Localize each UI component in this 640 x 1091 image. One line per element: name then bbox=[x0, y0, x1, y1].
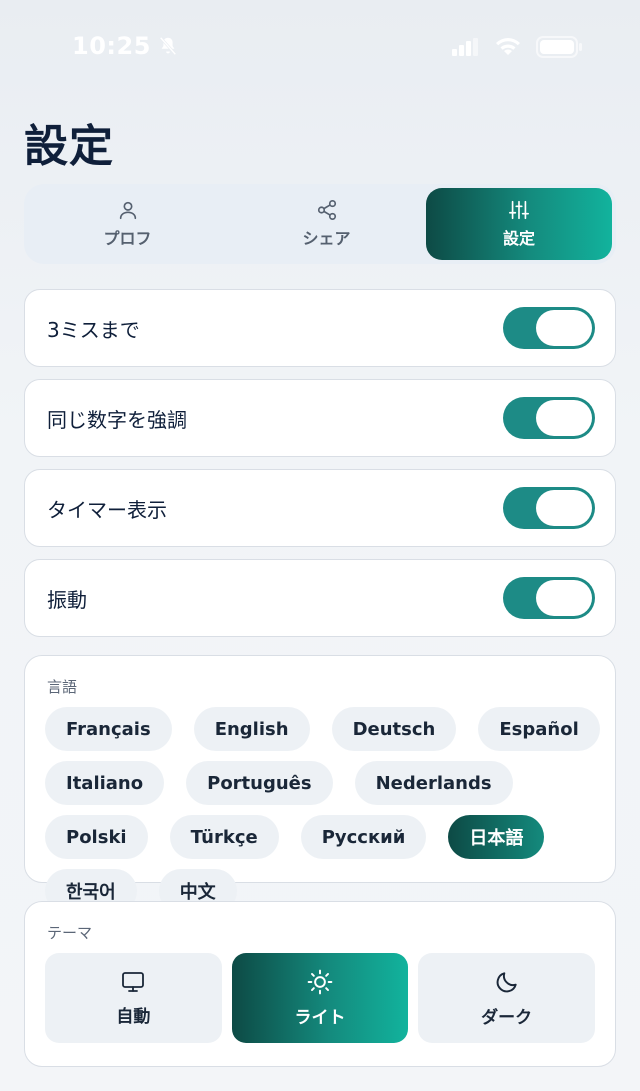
theme-auto-button[interactable]: 自動 bbox=[45, 953, 222, 1043]
setting-label: 3ミスまで bbox=[47, 317, 140, 342]
timer-toggle[interactable] bbox=[503, 487, 595, 529]
toggle-knob bbox=[536, 490, 592, 526]
setting-row-three-mistakes: 3ミスまで bbox=[24, 289, 616, 367]
setting-label: 同じ数字を強調 bbox=[47, 407, 187, 432]
highlight-same-toggle[interactable] bbox=[503, 397, 595, 439]
tab-share[interactable]: シェア bbox=[227, 188, 426, 260]
bell-slash-icon bbox=[159, 36, 177, 56]
page-title: 設定 bbox=[24, 121, 114, 172]
setting-row-highlight-same: 同じ数字を強調 bbox=[24, 379, 616, 457]
language-section: 言語 Français English Deutsch Español Ital… bbox=[24, 655, 616, 913]
theme-auto-label: 自動 bbox=[116, 1006, 151, 1027]
sun-icon bbox=[307, 969, 333, 994]
language-chip-de[interactable]: Deutsch bbox=[331, 707, 457, 751]
theme-options: 自動 ライト ダーク bbox=[45, 953, 596, 1043]
theme-section: テーマ 自動 ライト ダーク bbox=[24, 901, 616, 1067]
three-mistakes-toggle[interactable] bbox=[503, 307, 595, 349]
person-icon bbox=[119, 201, 136, 220]
toggle-knob bbox=[536, 310, 592, 346]
setting-row-timer: タイマー表示 bbox=[24, 469, 616, 547]
wifi-icon bbox=[496, 38, 520, 55]
language-chip-fr[interactable]: Français bbox=[45, 707, 172, 751]
setting-row-vibration: 振動 bbox=[24, 559, 616, 637]
theme-section-label: テーマ bbox=[47, 924, 93, 942]
tab-profile-label: プロフ bbox=[103, 229, 152, 248]
status-time: 10:25 bbox=[72, 32, 179, 60]
battery-icon bbox=[536, 36, 582, 58]
language-chips: Français English Deutsch Español Italian… bbox=[45, 707, 601, 913]
language-chip-ja[interactable]: 日本語 bbox=[448, 815, 545, 859]
theme-dark-button[interactable]: ダーク bbox=[418, 953, 596, 1043]
tab-settings[interactable]: 設定 bbox=[426, 188, 612, 260]
monitor-icon bbox=[122, 971, 145, 992]
moon-icon bbox=[496, 971, 517, 992]
language-chip-es[interactable]: Español bbox=[478, 707, 600, 751]
tab-profile[interactable]: プロフ bbox=[28, 188, 227, 260]
theme-dark-label: ダーク bbox=[481, 1007, 533, 1028]
language-chip-it[interactable]: Italiano bbox=[45, 761, 165, 805]
sliders-icon bbox=[509, 200, 529, 220]
language-chip-tr[interactable]: Türkçe bbox=[169, 815, 279, 859]
language-chip-pt[interactable]: Português bbox=[186, 761, 333, 805]
vibration-toggle[interactable] bbox=[503, 577, 595, 619]
signal-icon bbox=[452, 38, 478, 56]
status-icons bbox=[452, 36, 584, 58]
language-chip-en[interactable]: English bbox=[193, 707, 310, 751]
segmented-tabs: プロフ シェア 設定 bbox=[24, 184, 616, 264]
language-section-label: 言語 bbox=[47, 678, 78, 696]
language-chip-nl[interactable]: Nederlands bbox=[354, 761, 513, 805]
toggle-knob bbox=[536, 400, 592, 436]
status-time-text: 10:25 bbox=[72, 32, 151, 60]
theme-light-button[interactable]: ライト bbox=[231, 953, 409, 1043]
share-icon bbox=[317, 200, 336, 220]
language-chip-pl[interactable]: Polski bbox=[45, 815, 148, 859]
setting-label: 振動 bbox=[47, 587, 87, 612]
tab-share-label: シェア bbox=[302, 229, 351, 248]
status-bar: 10:25 bbox=[0, 0, 640, 96]
theme-light-label: ライト bbox=[294, 1007, 346, 1028]
tab-settings-label: 設定 bbox=[502, 229, 535, 248]
setting-label: タイマー表示 bbox=[47, 497, 167, 522]
language-chip-ru[interactable]: Русский bbox=[300, 815, 427, 859]
toggle-knob bbox=[536, 580, 592, 616]
